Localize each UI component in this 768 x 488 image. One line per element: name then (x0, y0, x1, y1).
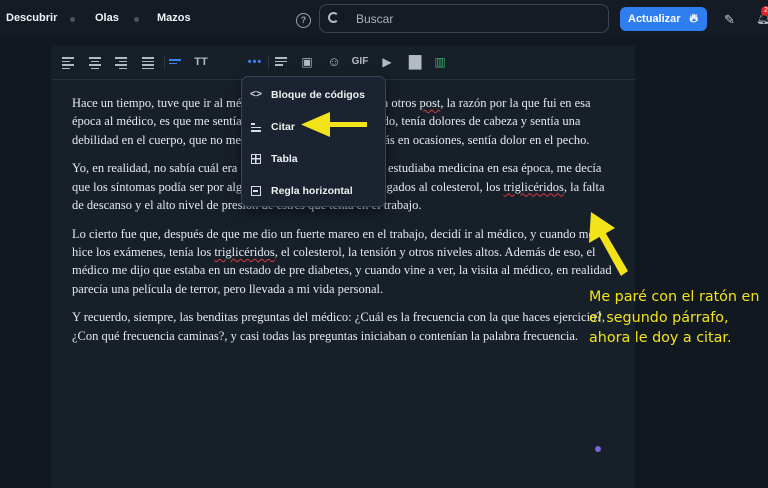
search-input[interactable] (356, 11, 596, 27)
update-button-label: Actualizar (628, 13, 681, 25)
video-icon[interactable]: ▶ (378, 53, 396, 71)
edit-icon[interactable]: ✎ (724, 12, 735, 28)
table-icon (251, 154, 261, 164)
update-button[interactable]: Actualizar 🔥︎ (620, 7, 707, 31)
align-justify-icon[interactable] (139, 53, 157, 71)
top-navigation-bar: Descubrir Olas Mazos ? Actualizar 🔥︎ ✎ 🔔… (0, 0, 768, 38)
align-left-icon[interactable] (59, 53, 77, 71)
menu-item-table[interactable]: Tabla (242, 148, 385, 172)
text-cursor-indicator (595, 446, 601, 452)
paragraph-4[interactable]: Y recuerdo, siempre, las benditas pregun… (72, 308, 612, 345)
gif-icon[interactable]: GIF (349, 53, 371, 71)
more-options-menu: <> Bloque de códigos Citar Tabla Regla h… (241, 76, 386, 207)
menu-item-quote[interactable]: Citar (242, 116, 385, 140)
nav-mazos[interactable]: Mazos (157, 12, 191, 24)
toolbar-divider (164, 55, 165, 69)
text-size-icon[interactable]: TT (192, 53, 210, 71)
paragraph-3[interactable]: Lo cierto fue que, después de que me dio… (72, 225, 612, 298)
align-right-icon[interactable] (112, 53, 130, 71)
search-icon (328, 12, 339, 23)
menu-item-horizontal-rule[interactable]: Regla horizontal (242, 180, 385, 204)
misspelled-word: post (419, 96, 441, 110)
nav-separator-dot (70, 17, 75, 22)
quote-icon (250, 121, 262, 133)
nav-separator-dot (134, 17, 139, 22)
chart-icon[interactable]: ▐█ (404, 53, 422, 71)
flame-icon: 🔥︎ (689, 11, 698, 25)
nav-olas[interactable]: Olas (95, 12, 119, 24)
search-box[interactable] (319, 4, 609, 33)
misspelled-word: triglicéridos (503, 179, 564, 194)
menu-item-code-block[interactable]: <> Bloque de códigos (242, 84, 385, 108)
misspelled-word: triglicéridos (214, 245, 275, 260)
help-icon[interactable]: ? (296, 13, 311, 28)
editor-toolbar: TT ••• ▣ ☺ GIF ▶ ▐█ ▥ (51, 45, 635, 80)
horizontal-rule-icon (251, 186, 261, 196)
notification-badge: 2 (761, 6, 768, 16)
emoji-icon[interactable]: ☺ (325, 53, 343, 71)
toolbar-divider (268, 55, 269, 69)
map-icon[interactable]: ▥ (431, 53, 449, 71)
nav-descubrir[interactable]: Descubrir (6, 12, 57, 24)
list-icon[interactable] (272, 53, 290, 71)
image-icon[interactable]: ▣ (298, 53, 316, 71)
text-format-icon[interactable] (166, 53, 184, 71)
code-icon: <> (250, 89, 262, 100)
annotation-note: Me paré con el ratón en el segundo párra… (589, 289, 760, 347)
more-options-icon[interactable]: ••• (246, 53, 264, 71)
align-center-icon[interactable] (86, 53, 104, 71)
